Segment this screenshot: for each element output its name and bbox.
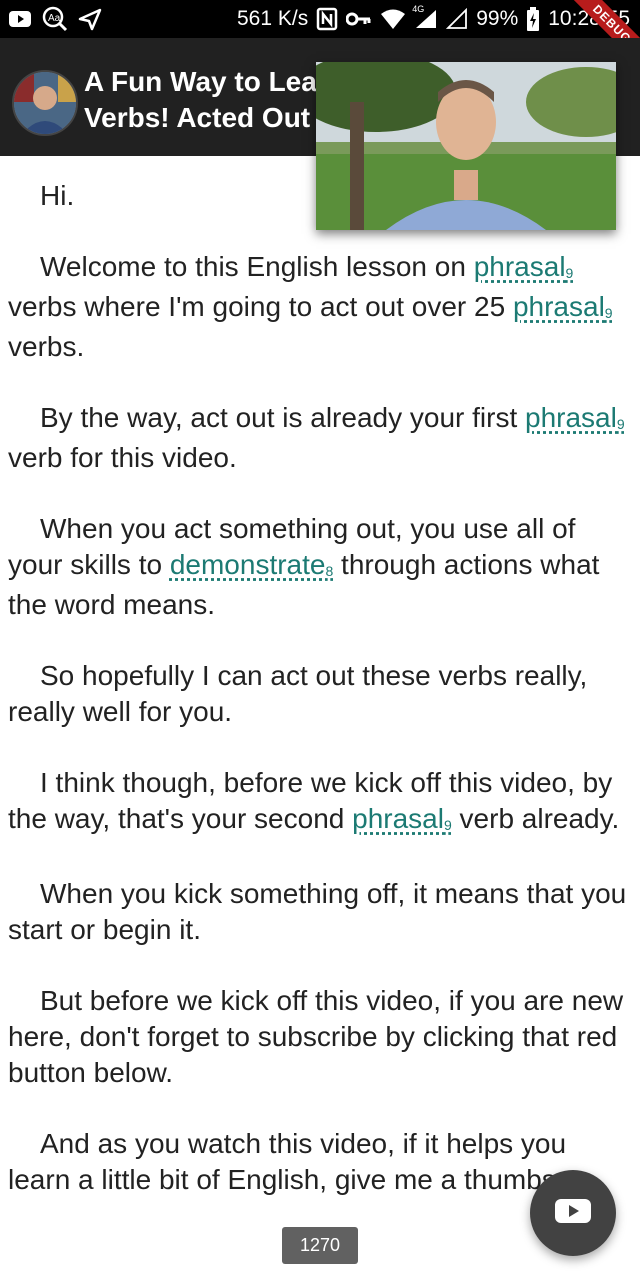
svg-text:Aa: Aa — [48, 13, 61, 24]
signal-empty-icon — [446, 8, 468, 30]
network-type-label: 4G — [412, 4, 425, 14]
transcript-paragraph: I think though, before we kick off this … — [8, 767, 620, 834]
youtube-icon — [8, 9, 32, 29]
vpn-key-icon — [346, 11, 372, 27]
signal-icon: 4G — [412, 4, 438, 30]
transcript-paragraph: Welcome to this English lesson on phrasa… — [8, 251, 613, 362]
vocab-term-phrasal[interactable]: phrasal9 — [513, 291, 613, 322]
vocab-term-phrasal[interactable]: phrasal9 — [525, 402, 625, 433]
translate-icon: Aa — [42, 6, 68, 32]
status-bar: Aa 561 K/s 4G 99% 10:28:55 DEBUG — [0, 0, 640, 74]
term-count: 9 — [616, 416, 625, 432]
term-count: 9 — [443, 817, 452, 833]
transcript: Hi. Welcome to this English lesson on ph… — [8, 178, 633, 1233]
term-count: 8 — [325, 563, 334, 579]
term-count: 9 — [604, 305, 613, 321]
transcript-paragraph: But before we kick off this video, if yo… — [8, 985, 624, 1088]
nfc-icon — [316, 7, 338, 31]
transcript-paragraph: Hi. — [40, 180, 75, 211]
transcript-paragraph: So hopefully I can act out these verbs r… — [8, 660, 588, 727]
transcript-paragraph: When you act something out, you use all … — [8, 513, 600, 620]
position-counter: 1270 — [282, 1227, 358, 1264]
vocab-term-demonstrate[interactable]: demonstrate8 — [170, 549, 333, 580]
battery-percent: 99% — [476, 7, 519, 30]
youtube-icon — [553, 1196, 593, 1231]
send-icon — [78, 7, 102, 31]
transcript-paragraph: By the way, act out is already your firs… — [8, 402, 625, 473]
transcript-paragraph: When you kick something off, it means th… — [8, 878, 627, 945]
term-count: 9 — [565, 265, 574, 281]
channel-avatar[interactable] — [12, 70, 78, 136]
battery-icon — [526, 7, 540, 31]
youtube-fab-button[interactable] — [530, 1170, 616, 1256]
wifi-icon — [380, 8, 406, 30]
vocab-term-phrasal[interactable]: phrasal9 — [352, 803, 452, 834]
net-speed: 561 K/s — [237, 7, 309, 30]
vocab-term-phrasal[interactable]: phrasal9 — [474, 251, 574, 282]
